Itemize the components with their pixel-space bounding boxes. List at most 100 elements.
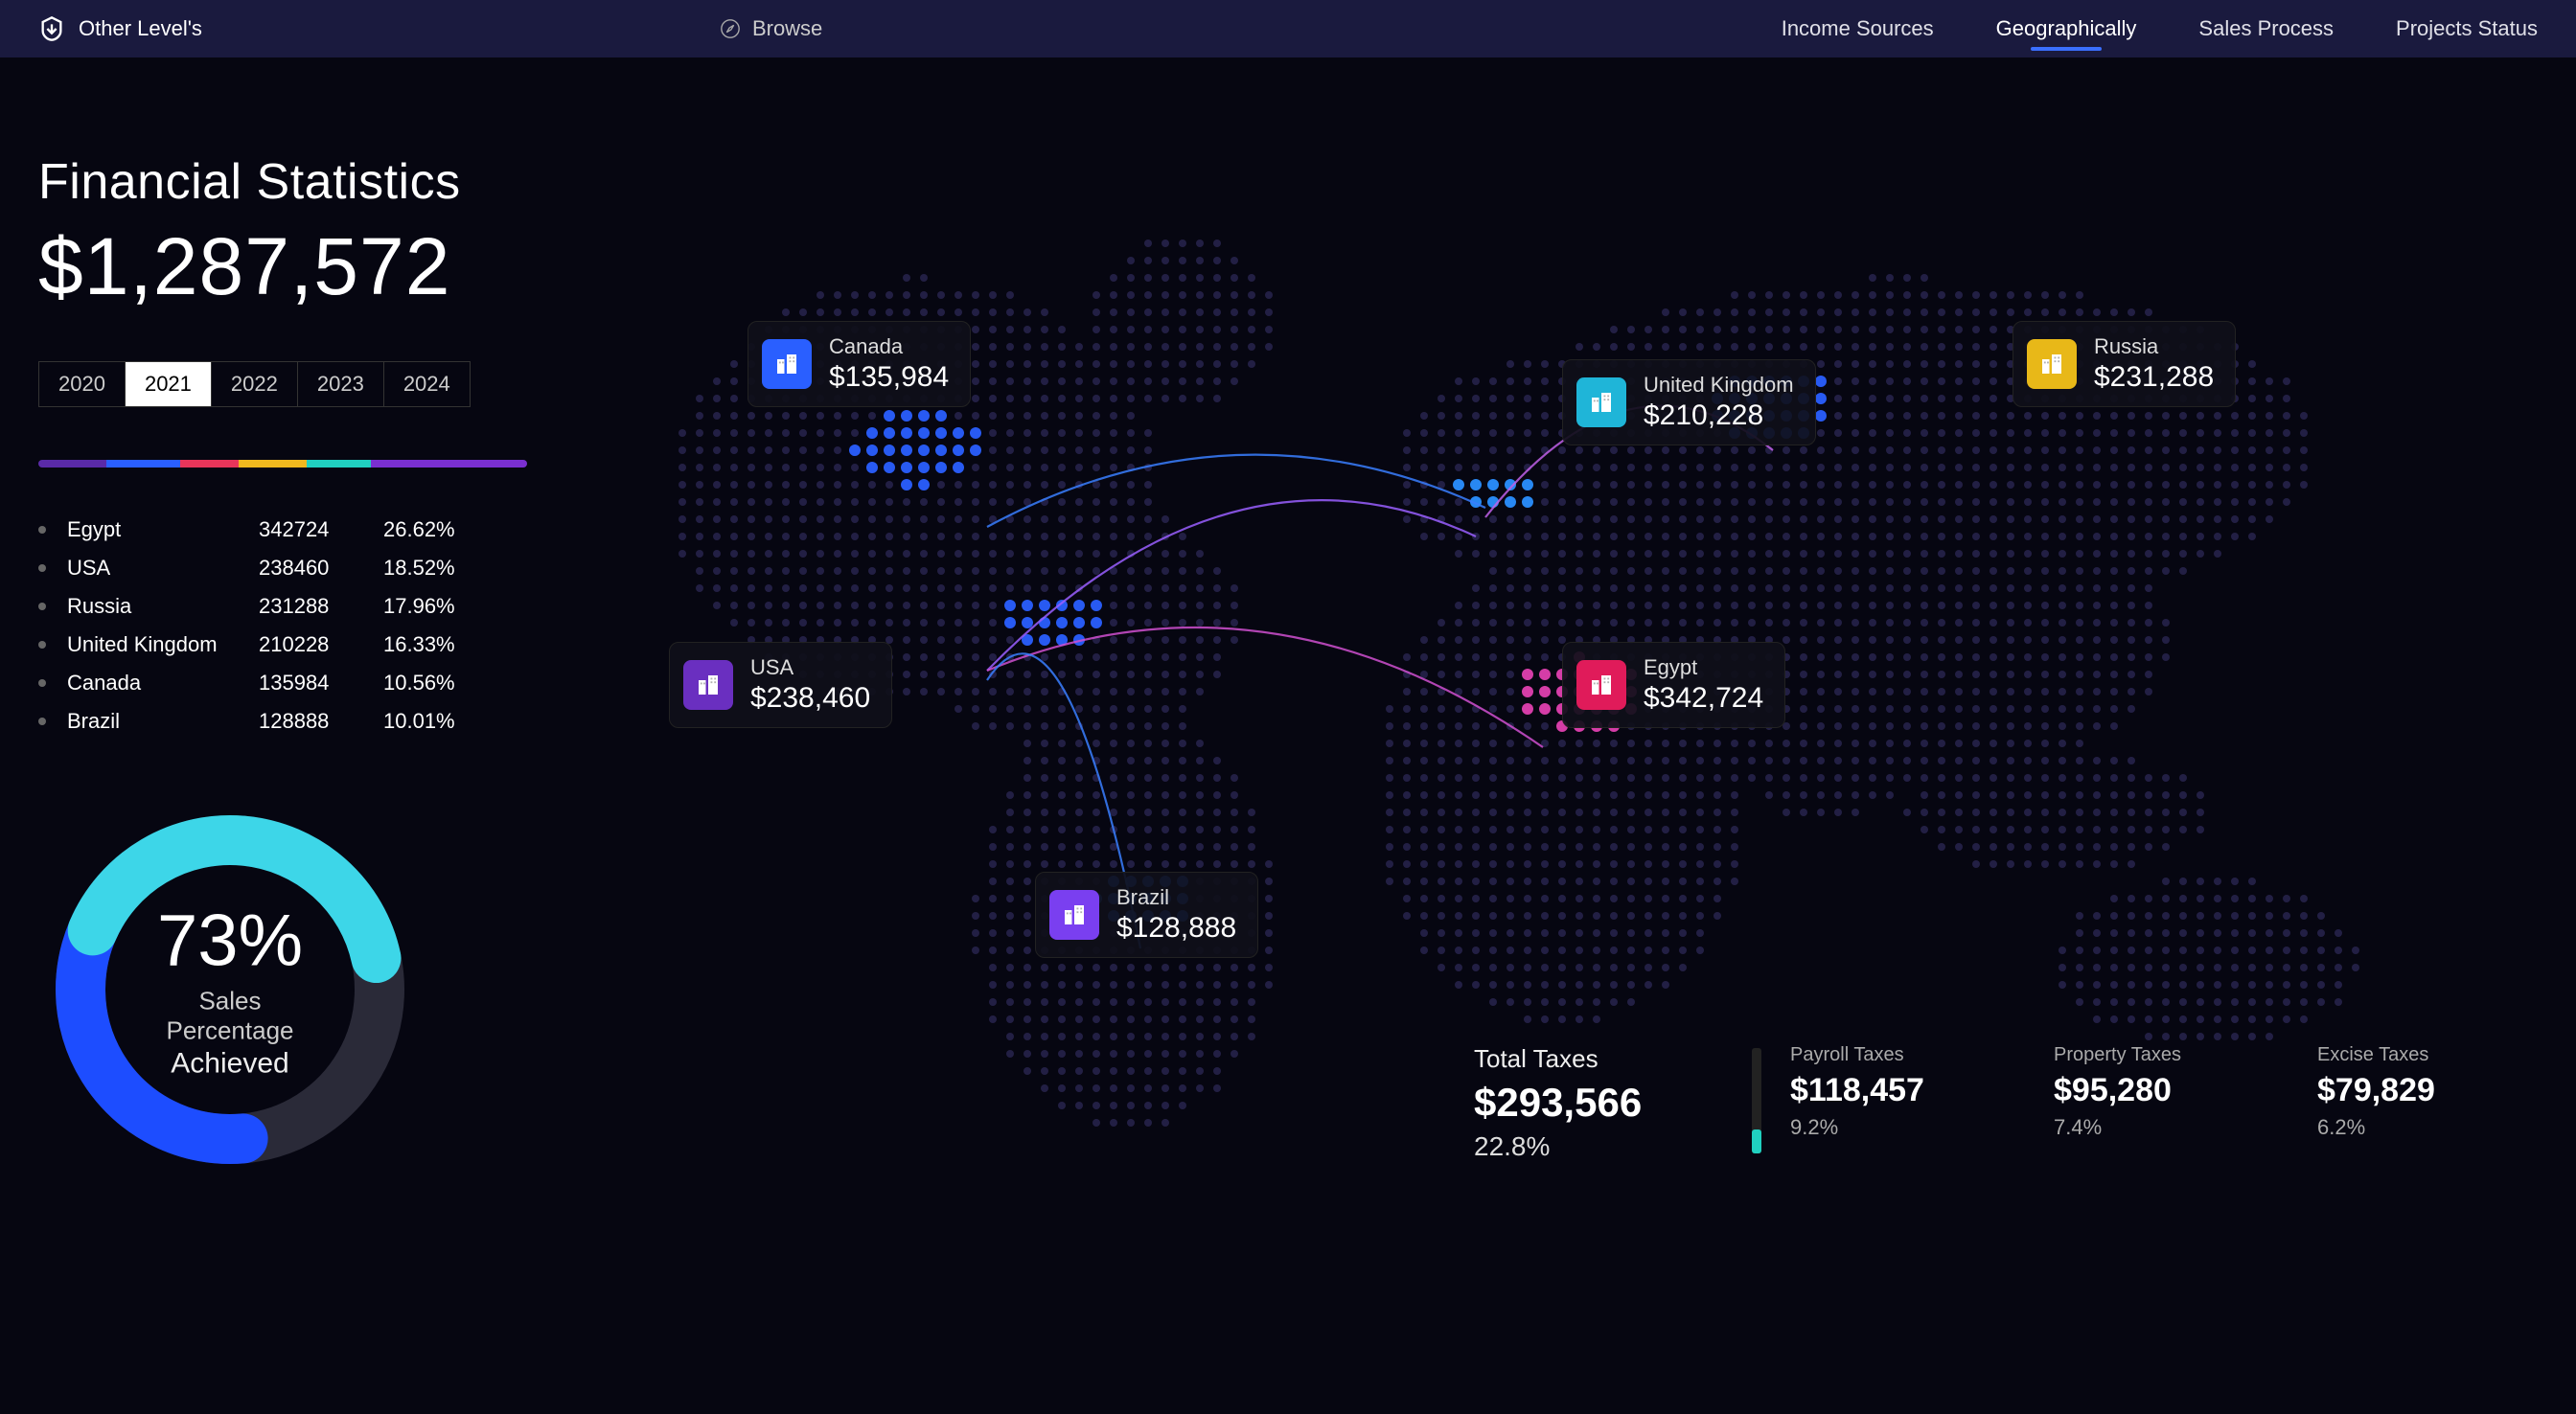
year-2022[interactable]: 2022 [212,362,298,406]
tax-label: Property Taxes [2054,1044,2265,1066]
nav-item-income-sources[interactable]: Income Sources [1782,16,1934,41]
country-value: 342724 [259,517,383,542]
bullet-icon [38,641,46,649]
year-2020[interactable]: 2020 [39,362,126,406]
card-country-value: $342,724 [1644,682,1763,715]
gauge-label-2: Achieved [134,1048,326,1081]
country-pct: 16.33% [383,632,479,657]
country-pct: 26.62% [383,517,479,542]
total-taxes-block: Total Taxes $293,566 22.8% [1474,1044,1723,1162]
card-country-name: Egypt [1644,655,1763,680]
tax-value: $95,280 [2054,1072,2265,1109]
card-country-value: $238,460 [750,682,870,715]
tax-value: $118,457 [1790,1072,2001,1109]
card-text: USA $238,460 [750,655,870,715]
tax-value: $79,829 [2317,1072,2528,1109]
map-area: Canada $135,984 United Kingdom $210,228 … [575,153,2538,1181]
year-2021[interactable]: 2021 [126,362,212,406]
nav-item-geographically[interactable]: Geographically [1996,16,2137,41]
colorbar-segment [180,460,239,468]
country-row[interactable]: Canada 135984 10.56% [38,664,575,702]
brand-name: Other Level's [79,16,202,41]
card-country-name: USA [750,655,870,680]
map-card-brazil[interactable]: Brazil $128,888 [1035,872,1258,958]
colorbar-segment [106,460,180,468]
year-2023[interactable]: 2023 [298,362,384,406]
country-row[interactable]: USA 238460 18.52% [38,549,575,587]
map-card-russia[interactable]: Russia $231,288 [2012,321,2236,407]
building-icon [683,660,733,710]
country-name: Russia [67,594,259,619]
card-text: Brazil $128,888 [1116,885,1236,945]
bullet-icon [38,718,46,725]
colorbar-segment [307,460,370,468]
country-value: 135984 [259,671,383,696]
country-pct: 17.96% [383,594,479,619]
logo-icon [38,15,65,42]
card-country-value: $135,984 [829,361,949,394]
country-row[interactable]: Brazil 128888 10.01% [38,702,575,741]
tax-pct: 6.2% [2317,1115,2528,1140]
country-pct: 10.01% [383,709,479,734]
card-country-name: Russia [2094,334,2214,359]
card-country-name: Brazil [1116,885,1236,910]
building-icon [1576,377,1626,427]
country-name: Egypt [67,517,259,542]
tax-block-payroll-taxes: Payroll Taxes $118,457 9.2% [1790,1044,2001,1140]
building-icon [1576,660,1626,710]
country-name: USA [67,556,259,581]
tax-label: Excise Taxes [2317,1044,2528,1066]
gauge-label-1: Sales Percentage [134,987,326,1046]
browse-link[interactable]: Browse [720,16,822,41]
tax-block-excise-taxes: Excise Taxes $79,829 6.2% [2317,1044,2528,1140]
tax-block-property-taxes: Property Taxes $95,280 7.4% [2054,1044,2265,1140]
card-country-name: Canada [829,334,949,359]
total-taxes-value: $293,566 [1474,1080,1723,1126]
tax-pct: 9.2% [1790,1115,2001,1140]
tax-label: Payroll Taxes [1790,1044,2001,1066]
nav-item-sales-process[interactable]: Sales Process [2198,16,2334,41]
total-taxes-label: Total Taxes [1474,1044,1723,1074]
building-icon [1049,890,1099,940]
browse-label: Browse [752,16,822,41]
compass-icon [720,18,741,39]
country-value: 238460 [259,556,383,581]
page-title: Financial Statistics [38,153,575,211]
colorbar-segment [38,460,106,468]
gauge-pct: 73% [134,900,326,983]
colorbar-segment [239,460,307,468]
map-card-usa[interactable]: USA $238,460 [669,642,892,728]
country-pct: 10.56% [383,671,479,696]
building-icon [762,339,812,389]
card-country-value: $128,888 [1116,912,1236,945]
brand-logo[interactable]: Other Level's [38,15,202,42]
map-card-canada[interactable]: Canada $135,984 [748,321,971,407]
left-panel: Financial Statistics $1,287,572 20202021… [38,153,575,1181]
sales-gauge: 73% Sales Percentage Achieved [38,798,422,1181]
nav-item-projects-status[interactable]: Projects Status [2396,16,2538,41]
nav-left: Other Level's [38,15,202,42]
year-selector: 20202021202220232024 [38,361,471,407]
total-amount: $1,287,572 [38,220,575,313]
country-row[interactable]: United Kingdom 210228 16.33% [38,626,575,664]
nav-right: Income Sources Geographically Sales Proces… [1782,16,2538,41]
card-text: Egypt $342,724 [1644,655,1763,715]
map-card-uk[interactable]: United Kingdom $210,228 [1562,359,1816,445]
country-value: 128888 [259,709,383,734]
country-row[interactable]: Egypt 342724 26.62% [38,511,575,549]
card-text: Canada $135,984 [829,334,949,394]
top-nav: Other Level's Browse Income Sources Geogr… [0,0,2576,57]
card-text: Russia $231,288 [2094,334,2214,394]
year-2024[interactable]: 2024 [384,362,470,406]
tax-pct: 7.4% [2054,1115,2265,1140]
country-row[interactable]: Russia 231288 17.96% [38,587,575,626]
taxes-row: Total Taxes $293,566 22.8% Payroll Taxes… [1474,1044,2528,1162]
country-name: Canada [67,671,259,696]
card-country-name: United Kingdom [1644,373,1794,398]
card-text: United Kingdom $210,228 [1644,373,1794,432]
map-card-egypt[interactable]: Egypt $342,724 [1562,642,1785,728]
country-value: 231288 [259,594,383,619]
bullet-icon [38,603,46,610]
bullet-icon [38,564,46,572]
bullet-icon [38,679,46,687]
